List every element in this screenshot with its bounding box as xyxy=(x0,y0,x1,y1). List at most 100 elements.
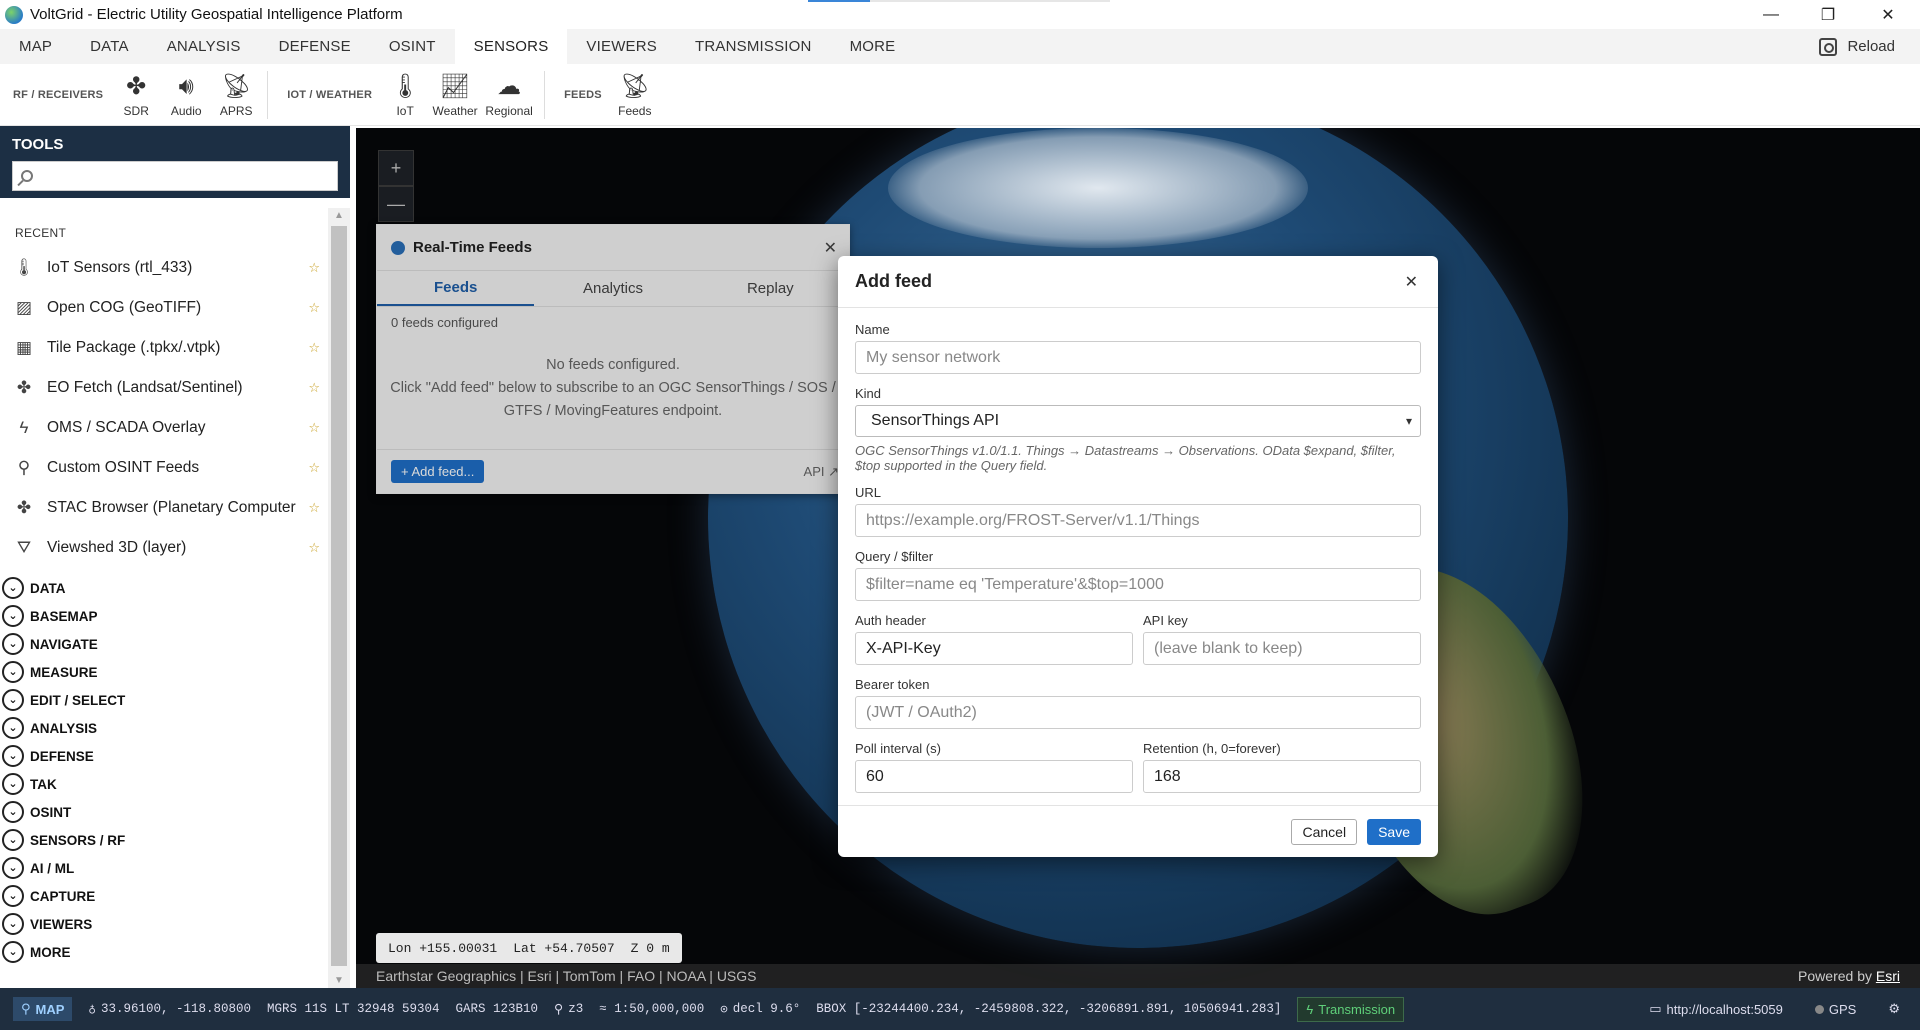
thermometer-icon: 🌡︎ xyxy=(389,73,421,100)
section-label: BASEMAP xyxy=(30,608,98,624)
chevron-down-icon: ⌄ xyxy=(2,661,24,683)
section-more[interactable]: ⌄ MORE xyxy=(0,938,328,966)
cloud-icon: ☁︎ xyxy=(497,73,522,100)
reload-label: Reload xyxy=(1847,38,1895,55)
recent-item-viewshed-3d[interactable]: ⛛ Viewshed 3D (layer) ☆ xyxy=(0,528,328,568)
section-navigate[interactable]: ⌄ NAVIGATE xyxy=(0,630,328,658)
menu-map[interactable]: MAP xyxy=(0,29,71,64)
lightning-icon: ϟ xyxy=(19,418,29,437)
zoom-out-button[interactable]: — xyxy=(378,186,414,222)
auth-header-label: Auth header xyxy=(855,613,926,628)
section-label: VIEWERS xyxy=(30,916,93,932)
section-sensors-rf[interactable]: ⌄ SENSORS / RF xyxy=(0,826,328,854)
recent-item-eo-fetch[interactable]: ✤ EO Fetch (Landsat/Sentinel) ☆ xyxy=(0,368,328,408)
section-defense[interactable]: ⌄ DEFENSE xyxy=(0,742,328,770)
menu-osint[interactable]: OSINT xyxy=(370,29,455,64)
ribbon-sdr-button[interactable]: ✤ SDR xyxy=(111,72,161,118)
url-label: URL xyxy=(855,485,882,500)
ribbon-aprs-button[interactable]: 📡︎ APRS xyxy=(211,72,261,118)
transmission-badge[interactable]: ϟ Transmission xyxy=(1297,996,1405,1022)
star-icon[interactable]: ☆ xyxy=(308,420,320,436)
ribbon-feeds-button[interactable]: 📡︎ Feeds xyxy=(610,72,660,118)
tools-search-input[interactable] xyxy=(41,163,337,189)
section-capture[interactable]: ⌄ CAPTURE xyxy=(0,882,328,910)
poll-interval-input[interactable]: 60 xyxy=(855,760,1133,793)
reload-button[interactable]: Reload xyxy=(1819,29,1895,64)
scroll-up-icon[interactable]: ▲ xyxy=(333,210,345,221)
section-tak[interactable]: ⌄ TAK xyxy=(0,770,328,798)
star-icon[interactable]: ☆ xyxy=(308,500,320,516)
recent-item-tile-package[interactable]: ▦ Tile Package (.tpkx/.vtpk) ☆ xyxy=(0,328,328,368)
star-icon[interactable]: ☆ xyxy=(308,380,320,396)
ribbon-regional-button[interactable]: ☁︎ Regional xyxy=(480,72,538,118)
esri-link[interactable]: Esri xyxy=(1876,968,1900,984)
attribution-text: Earthstar Geographics | Esri | TomTom | … xyxy=(376,968,757,984)
gps-status[interactable]: GPS xyxy=(1814,1002,1856,1017)
name-input[interactable]: My sensor network xyxy=(855,341,1421,374)
star-icon[interactable]: ☆ xyxy=(308,260,320,276)
ribbon-audio-button[interactable]: 🔊︎ Audio xyxy=(161,72,211,118)
ribbon-iot-button[interactable]: 🌡︎ IoT xyxy=(380,72,430,118)
scroll-down-icon[interactable]: ▼ xyxy=(333,975,345,986)
section-basemap[interactable]: ⌄ BASEMAP xyxy=(0,602,328,630)
menu-transmission[interactable]: TRANSMISSION xyxy=(676,29,831,64)
recent-item-custom-osint[interactable]: ⚲ Custom OSINT Feeds ☆ xyxy=(0,448,328,488)
bearer-token-input[interactable]: (JWT / OAuth2) xyxy=(855,696,1421,729)
section-ai-ml[interactable]: ⌄ AI / ML xyxy=(0,854,328,882)
reload-icon xyxy=(1819,37,1838,56)
section-viewers[interactable]: ⌄ VIEWERS xyxy=(0,910,328,938)
recent-item-iot-sensors[interactable]: 🌡︎ IoT Sensors (rtl_433) ☆ xyxy=(0,248,328,288)
section-label: EDIT / SELECT xyxy=(30,692,126,708)
menu-analysis[interactable]: ANALYSIS xyxy=(148,29,260,64)
section-data[interactable]: ⌄ DATA xyxy=(0,574,328,602)
recent-item-open-cog[interactable]: ▨ Open COG (GeoTIFF) ☆ xyxy=(0,288,328,328)
retention-input[interactable]: 168 xyxy=(1143,760,1421,793)
section-measure[interactable]: ⌄ MEASURE xyxy=(0,658,328,686)
scrollbar-thumb[interactable] xyxy=(331,226,347,966)
modal-overlay xyxy=(377,225,849,493)
tools-scrollbar[interactable]: ▲ ▼ xyxy=(328,208,350,988)
ribbon-group-iot-label: IOT / WEATHER xyxy=(287,88,373,101)
star-icon[interactable]: ☆ xyxy=(308,460,320,476)
status-map-button[interactable]: ⚲ MAP xyxy=(13,997,73,1021)
menu-viewers[interactable]: VIEWERS xyxy=(567,29,676,64)
recent-item-label: Tile Package (.tpkx/.vtpk) xyxy=(47,339,221,356)
recent-item-stac-browser[interactable]: ✤ STAC Browser (Planetary Computer ☆ xyxy=(0,488,328,528)
cancel-button[interactable]: Cancel xyxy=(1291,818,1358,845)
coords-value: 33.96100, -118.80800 xyxy=(100,1002,251,1016)
cursor-coordinates: Lon +155.00031 Lat +54.70507 Z 0 m xyxy=(376,933,682,963)
url-input[interactable]: https://example.org/FROST-Server/v1.1/Th… xyxy=(855,504,1421,537)
star-icon[interactable]: ☆ xyxy=(308,540,320,556)
settings-gear-icon[interactable]: ⚙ xyxy=(1888,1001,1900,1017)
close-window-button[interactable]: ✕ xyxy=(1860,0,1916,29)
server-status[interactable]: ▭ http://localhost:5059 xyxy=(1649,1001,1783,1017)
menu-more[interactable]: MORE xyxy=(831,29,915,64)
antenna-icon: 📡︎ xyxy=(619,73,651,100)
auth-header-input[interactable]: X-API-Key xyxy=(855,632,1133,665)
dialog-header: Add feed ✕ xyxy=(838,256,1438,308)
save-button[interactable]: Save xyxy=(1367,818,1421,845)
ribbon-weather-button[interactable]: 📈︎ Weather xyxy=(430,72,480,118)
viewshed-icon: ⛛ xyxy=(16,538,32,557)
minimize-button[interactable]: — xyxy=(1743,0,1799,29)
menu-sensors[interactable]: SENSORS xyxy=(454,29,568,64)
maximize-button[interactable]: ❐ xyxy=(1800,0,1856,29)
api-key-input[interactable]: (leave blank to keep) xyxy=(1143,632,1421,665)
zoom-in-button[interactable]: + xyxy=(378,150,414,186)
query-input[interactable]: $filter=name eq 'Temperature'&$top=1000 xyxy=(855,568,1421,601)
chevron-down-icon: ⌄ xyxy=(2,745,24,767)
menu-data[interactable]: DATA xyxy=(71,29,148,64)
close-icon[interactable]: ✕ xyxy=(1405,272,1418,292)
section-analysis[interactable]: ⌄ ANALYSIS xyxy=(0,714,328,742)
image-icon: ▨ xyxy=(15,298,33,317)
dialog-footer: Cancel Save xyxy=(838,805,1438,857)
kind-select[interactable]: SensorThings API ▾ xyxy=(855,405,1421,437)
server-url: http://localhost:5059 xyxy=(1666,1001,1783,1017)
recent-item-oms-scada[interactable]: ϟ OMS / SCADA Overlay ☆ xyxy=(0,408,328,448)
menu-defense[interactable]: DEFENSE xyxy=(260,29,370,64)
star-icon[interactable]: ☆ xyxy=(308,340,320,356)
star-icon[interactable]: ☆ xyxy=(308,300,320,316)
chevron-down-icon: ⌄ xyxy=(2,605,24,627)
section-osint[interactable]: ⌄ OSINT xyxy=(0,798,328,826)
section-edit-select[interactable]: ⌄ EDIT / SELECT xyxy=(0,686,328,714)
